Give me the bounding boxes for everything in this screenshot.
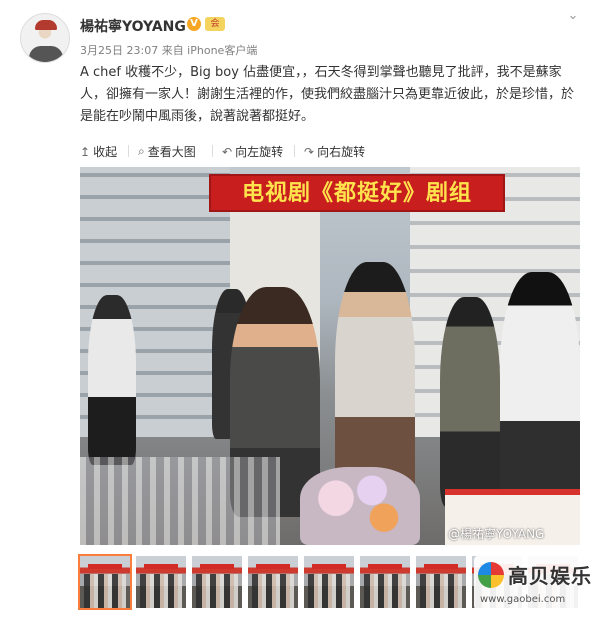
rotate-right-button[interactable]: ↷ 向右旋转 [304, 143, 365, 160]
thumbnail-1[interactable] [78, 554, 132, 610]
thumbnail-4[interactable] [248, 556, 298, 608]
rotate-left-icon: ↶ [222, 144, 233, 159]
logo-url: www.gaobei.com [480, 594, 566, 605]
thumbnail-figures [84, 574, 126, 608]
thumbnail-banner [88, 564, 122, 569]
photo-person [440, 297, 500, 507]
avatar-shirt [29, 46, 63, 62]
avatar[interactable] [20, 13, 70, 63]
thumbnail-6[interactable] [360, 556, 410, 608]
toolbar-divider [212, 145, 213, 157]
thumbnail-7[interactable] [416, 556, 466, 608]
thumbnail-5[interactable] [304, 556, 354, 608]
thumbnail-3[interactable] [192, 556, 242, 608]
collapse-button[interactable]: ↥ 收起 [80, 143, 117, 160]
photo-banner-text: 电视剧《都挺好》剧组 [209, 174, 505, 212]
thumbnail-banner [424, 564, 458, 569]
thumbnail-banner [144, 564, 178, 569]
rotate-right-label: 向右旋转 [317, 145, 366, 159]
thumbnail-figures [308, 574, 350, 608]
rotate-left-button[interactable]: ↶ 向左旋转 [222, 143, 283, 160]
thumbnail-banner [256, 564, 290, 569]
site-logo: 高贝娱乐 www.gaobei.com [474, 556, 592, 610]
photo-person [500, 272, 580, 512]
search-icon: ⌕ [138, 144, 145, 158]
thumbnail-figures [196, 574, 238, 608]
thumbnail-banner [200, 564, 234, 569]
post-photo[interactable]: 电视剧《都挺好》剧组 @楊祐寧YOYANG [80, 167, 580, 545]
thumbnail-figures [140, 574, 182, 608]
photo-person [88, 295, 136, 465]
verified-badge-icon: V [187, 17, 201, 31]
toolbar-divider [128, 145, 129, 157]
champagne-glass-tower [80, 457, 280, 545]
view-large-label: 查看大图 [147, 145, 196, 159]
thumbnail-figures [420, 574, 462, 608]
weibo-post-card: 楊祐寧YOYANG V 会 3月25日 23:07 来自 iPhone客户端 ⌄… [0, 0, 603, 621]
thumbnail-banner [312, 564, 346, 569]
thumbnail-2[interactable] [136, 556, 186, 608]
view-large-button[interactable]: ⌕ 查看大图 [138, 143, 196, 160]
avatar-cap [35, 20, 57, 30]
chevron-down-icon[interactable]: ⌄ [566, 9, 580, 23]
username-link[interactable]: 楊祐寧YOYANG [80, 16, 186, 36]
thumbnail-figures [252, 574, 294, 608]
collapse-label: 收起 [93, 145, 118, 159]
toolbar-divider [294, 145, 295, 157]
post-timestamp-source[interactable]: 3月25日 23:07 来自 iPhone客户端 [80, 42, 257, 58]
logo-ball-icon [478, 562, 504, 588]
logo-name: 高贝娱乐 [508, 564, 592, 588]
photo-watermark: @楊祐寧YOYANG [448, 527, 545, 541]
rotate-right-icon: ↷ [304, 144, 315, 159]
image-toolbar: ↥ 收起 ⌕ 查看大图 ↶ 向左旋转 ↷ 向右旋转 [80, 140, 580, 162]
thumbnail-banner [368, 564, 402, 569]
member-badge-icon[interactable]: 会 [205, 17, 225, 31]
flower-bouquet [300, 467, 420, 545]
thumbnail-figures [364, 574, 406, 608]
rotate-left-label: 向左旋转 [235, 145, 284, 159]
post-text: A chef 收穫不少，Big boy 佔盡便宜，，石天冬得到掌聲也聽見了批評，… [80, 65, 575, 124]
up-arrow-icon: ↥ [80, 144, 91, 159]
